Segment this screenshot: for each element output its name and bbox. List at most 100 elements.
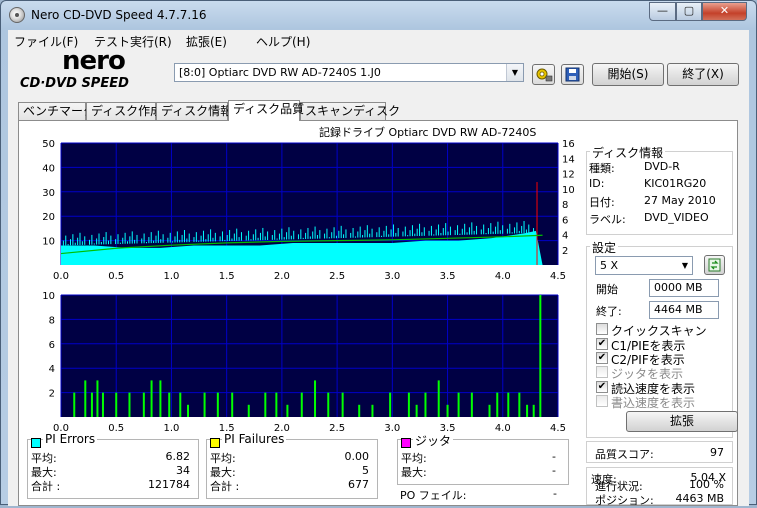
advanced-button[interactable]: 拡張 <box>626 411 738 432</box>
y-tick-label: 10 <box>42 291 55 302</box>
disc-id: KIC01RG20 <box>644 177 707 190</box>
po-failures-value: - <box>553 487 557 500</box>
pi-failure-bar <box>518 392 521 417</box>
show-read-speed-checkbox[interactable]: ✔ <box>596 381 608 393</box>
pi-failure-bar <box>496 392 499 417</box>
tab-disc-quality[interactable]: ディスク品質 <box>228 100 304 121</box>
tab-scan-disc[interactable]: スキャンディスク <box>300 102 400 120</box>
x-tick-label: 1.0 <box>163 271 179 282</box>
x-tick-label: 2.5 <box>329 423 345 434</box>
tab-disc-info[interactable]: ディスク情報 <box>156 102 232 120</box>
pi-failure-bar <box>247 404 250 417</box>
menu-extensions[interactable]: 拡張(E) <box>186 33 227 50</box>
disc-date-label: 日付: <box>589 196 615 209</box>
close-button[interactable]: ✕ <box>702 2 747 21</box>
y-right-tick-label: 10 <box>562 185 575 196</box>
disc-info-group: ディスク情報 種類: DVD-R ID: KIC01RG20 日付: 27 Ma… <box>586 144 733 235</box>
pi-failure-bar <box>203 392 206 417</box>
disc-id-label: ID: <box>589 177 605 190</box>
minimize-button[interactable]: — <box>649 2 676 21</box>
drive-select-value: [8:0] Optiarc DVD RW AD-7240S 1.J0 <box>179 66 381 79</box>
end-input[interactable]: 4464 MB <box>649 301 719 319</box>
y-left-tick-label: 40 <box>42 163 55 174</box>
show-c1pie-checkbox[interactable]: ✔ <box>596 338 608 350</box>
disc-type-label: 種類: <box>589 162 615 175</box>
jitter-max: - <box>552 464 556 477</box>
y-right-tick-label: 2 <box>562 246 568 257</box>
pi-failures-title: PI Failures <box>222 432 287 446</box>
start-button[interactable]: 開始(S) <box>592 63 664 86</box>
pi-failure-bar <box>187 404 190 417</box>
refresh-speed-button[interactable] <box>704 255 725 275</box>
pi-failures-total: 677 <box>348 478 369 491</box>
speed-select[interactable]: 5 X ▼ <box>595 256 693 275</box>
pi-errors-total: 121784 <box>148 478 190 491</box>
pi-failure-bar <box>424 392 427 417</box>
menu-help[interactable]: ヘルプ(H) <box>256 33 310 50</box>
pi-failure-bar <box>168 392 171 417</box>
save-button[interactable] <box>561 64 584 85</box>
drive-select[interactable]: [8:0] Optiarc DVD RW AD-7240S 1.J0 ▼ <box>174 63 524 82</box>
maximize-button[interactable]: ▢ <box>676 2 702 21</box>
pi-failure-bar <box>532 404 535 417</box>
logo-product: CD·DVD SPEED <box>20 76 129 91</box>
app-window: Nero CD-DVD Speed 4.7.7.16 — ▢ ✕ ファイル(F)… <box>0 0 757 507</box>
x-tick-label: 4.0 <box>495 423 511 434</box>
y-right-tick-label: 16 <box>562 139 575 150</box>
pie-chart-top: 0.0 0.5 1.0 1.5 2.0 2.5 3.0 3.5 4.0 4.5 10 20 30 40 50… <box>42 139 575 282</box>
y-right-tick-label: 12 <box>562 170 575 181</box>
pi-errors-group: PI Errors 平均: 6.82 最大: 34 合計 : 121784 <box>27 432 199 499</box>
pi-failure-bar <box>389 392 392 417</box>
y-tick-label: 8 <box>49 315 55 326</box>
tab-create-disc[interactable]: ディスク作成 <box>86 102 162 120</box>
show-write-speed-label: 書込速度を表示 <box>611 396 696 410</box>
nero-logo: nero CD·DVD SPEED <box>20 46 170 94</box>
title-bar[interactable]: Nero CD-DVD Speed 4.7.7.16 — ▢ ✕ <box>1 1 756 29</box>
pi-errors-total-label: 合計 : <box>31 480 61 493</box>
pi-failure-bar <box>437 380 440 417</box>
pi-failure-bar <box>327 392 330 417</box>
settings-title: 設定 <box>590 239 619 256</box>
drive-info-button[interactable] <box>532 64 555 85</box>
pi-failure-bar <box>371 404 374 417</box>
pi-failure-bar <box>142 392 145 417</box>
jitter-avg: - <box>552 450 556 463</box>
pi-errors-avg: 6.82 <box>165 450 191 463</box>
pi-failure-bar <box>415 404 418 417</box>
jitter-group: ジッタ 平均: - 最大: - <box>397 432 569 485</box>
show-write-speed-checkbox <box>596 395 608 407</box>
start-input[interactable]: 0000 MB <box>649 279 719 297</box>
pi-failure-bar <box>488 404 491 417</box>
pi-failure-bar <box>101 392 104 417</box>
pi-failure-bar <box>216 392 219 417</box>
quick-scan-checkbox[interactable] <box>596 323 608 335</box>
pi-failure-bar <box>179 392 182 417</box>
pi-failure-bar <box>231 392 234 417</box>
x-tick-label: 0.5 <box>108 423 124 434</box>
refresh-icon <box>708 258 721 272</box>
y-left-tick-label: 30 <box>42 188 55 199</box>
pi-errors-title: PI Errors <box>43 432 98 446</box>
chevron-down-icon: ▼ <box>681 261 689 270</box>
y-tick-label: 6 <box>49 340 55 351</box>
show-c2pif-checkbox[interactable]: ✔ <box>596 352 608 364</box>
tab-benchmark[interactable]: ベンチマーク <box>18 102 95 120</box>
speed-label: 速度: <box>591 473 617 486</box>
pi-failure-bar <box>90 392 93 417</box>
exit-button[interactable]: 終了(X) <box>667 63 739 86</box>
pi-failure-bar <box>358 404 361 417</box>
speed-value: 5.04 X <box>690 471 726 484</box>
x-tick-label: 2.0 <box>274 271 290 282</box>
disc-quality-panel: 記録ドライブ Optiarc DVD RW AD-7240S 0.0 0.5 1.0… <box>18 120 738 507</box>
x-tick-label: 4.0 <box>495 271 511 282</box>
quality-score-label: 品質スコア: <box>595 448 654 461</box>
disc-icon <box>9 7 25 23</box>
pi-failure-bar <box>470 392 473 417</box>
speed-select-value: 5 X <box>600 259 619 272</box>
drive-gear-icon <box>536 68 553 82</box>
y-left-tick-label: 50 <box>42 139 55 150</box>
pi-failure-bar <box>507 392 510 417</box>
disc-label: DVD_VIDEO <box>644 211 709 224</box>
pi-failure-bar <box>286 404 289 417</box>
start-label: 開始 <box>596 283 618 296</box>
